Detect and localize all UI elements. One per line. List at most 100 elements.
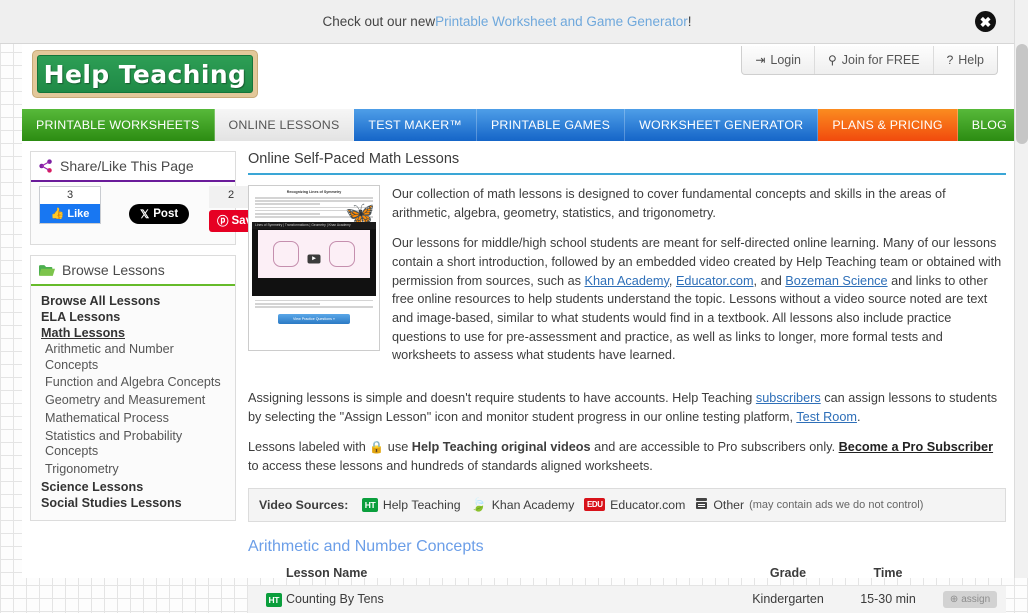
main-nav: PRINTABLE WORKSHEETS ONLINE LESSONS TEST…	[22, 109, 1021, 141]
sidebar-item-function[interactable]: Function and Algebra Concepts	[45, 375, 225, 391]
browse-panel-header: Browse Lessons	[31, 256, 235, 286]
cell-grade: Kindergarten	[752, 592, 824, 607]
link-khan-academy[interactable]: Khan Academy	[585, 274, 669, 288]
assign-button[interactable]: ⊕ assign	[942, 590, 998, 608]
nav-printable-games[interactable]: PRINTABLE GAMES	[476, 109, 626, 141]
login-button[interactable]: ⇥ Login	[742, 46, 814, 74]
video-source-khan-academy: 🍃 Khan Academy	[471, 497, 575, 513]
video-sources-label: Video Sources:	[259, 497, 349, 512]
youtube-icon	[695, 497, 708, 512]
pinterest-icon: ⓟ	[217, 216, 229, 228]
p4-part-c: and are accessible to Pro subscribers on…	[590, 440, 839, 455]
link-become-pro-subscriber[interactable]: Become a Pro Subscriber	[839, 440, 993, 454]
nav-blog[interactable]: BLOG	[957, 109, 1021, 141]
video-source-note: (may contain ads we do not control)	[749, 498, 924, 511]
video-sources-bar: Video Sources: HT Help Teaching 🍃 Khan A…	[248, 487, 1006, 522]
sidebar-item-trigonometry[interactable]: Trigonometry	[45, 462, 225, 478]
intro-text: Our collection of math lessons is design…	[392, 185, 1006, 377]
lesson-thumbnail[interactable]: Recognizing Lines of Symmetry 🦋 Lines of…	[248, 185, 380, 351]
link-educator-com[interactable]: Educator.com	[676, 274, 754, 288]
link-bozeman-science[interactable]: Bozeman Science	[785, 274, 887, 288]
khan-leaf-icon: 🍃	[470, 496, 487, 512]
assign-label: assign	[961, 593, 991, 605]
browse-list: Browse All Lessons ELA Lessons Math Less…	[31, 286, 235, 520]
paragraph-1: Our collection of math lessons is design…	[392, 187, 946, 220]
thumb-line	[255, 212, 320, 215]
p3-part-c: .	[856, 409, 861, 424]
video-source-other: Other (may contain ads we do not control…	[695, 497, 923, 512]
thumbs-up-icon: 👍	[50, 208, 65, 220]
nav-plans-pricing[interactable]: PLANS & PRICING	[818, 109, 958, 141]
facebook-like-count: 3	[66, 189, 74, 201]
x-logo-icon: 𝕏	[140, 209, 150, 221]
polygon-shape	[273, 240, 299, 267]
nav-printable-worksheets[interactable]: PRINTABLE WORKSHEETS	[22, 109, 215, 141]
body-row: Share/Like This Page 3 👍 Like 𝕏 Post 2 ⓟ…	[22, 141, 1014, 613]
page-container: Help Teaching ⇥ Login ⚲ Join for FREE ? …	[22, 44, 1021, 613]
sidebar-item-science[interactable]: Science Lessons	[41, 480, 225, 494]
cell-lesson-name[interactable]: HT Counting By Tens	[248, 592, 734, 608]
cell-time: 15-30 min	[860, 592, 916, 607]
site-header: Help Teaching ⇥ Login ⚲ Join for FREE ? …	[22, 44, 1014, 109]
video-source-help-teaching: HT Help Teaching	[362, 497, 461, 512]
person-icon: ⚲	[827, 53, 837, 67]
sidebar-item-browse-all[interactable]: Browse All Lessons	[41, 294, 225, 308]
video-source-label: Help Teaching	[382, 497, 461, 512]
sidebar-item-geometry[interactable]: Geometry and Measurement	[45, 393, 225, 409]
facebook-like-button[interactable]: 3 👍 Like	[39, 186, 101, 224]
lesson-name-text: Counting By Tens	[286, 592, 384, 607]
video-source-label: Khan Academy	[491, 497, 575, 512]
scrollbar[interactable]	[1014, 0, 1028, 578]
link-subscribers[interactable]: subscribers	[756, 391, 821, 405]
link-test-room[interactable]: Test Room	[796, 410, 857, 424]
browse-panel: Browse Lessons Browse All Lessons ELA Le…	[30, 255, 236, 521]
video-source-label: Educator.com	[610, 497, 686, 512]
thumb-line	[255, 302, 320, 305]
thumbnail-title: Recognizing Lines of Symmetry	[286, 190, 342, 194]
nav-online-lessons[interactable]: ONLINE LESSONS	[214, 109, 355, 141]
paragraph-2: Our lessons for middle/high school stude…	[392, 234, 1006, 365]
promo-text-before: Check out our new	[322, 14, 436, 29]
paragraph-3: Assigning lessons is simple and doesn't …	[248, 389, 1006, 426]
sidebar-item-statistics[interactable]: Statistics and Probability Concepts	[45, 429, 225, 460]
p2-part-c: , and	[753, 273, 786, 288]
nav-test-maker[interactable]: TEST MAKER™	[354, 109, 477, 141]
page-title: Online Self-Paced Math Lessons	[248, 151, 1006, 175]
section-title[interactable]: Arithmetic and Number Concepts	[248, 538, 1006, 556]
nav-worksheet-generator[interactable]: WORKSHEET GENERATOR	[625, 109, 819, 141]
x-post-button[interactable]: 𝕏 Post	[129, 204, 190, 224]
table-header-row: Lesson Name Grade Time	[248, 564, 1006, 586]
sidebar-item-ela[interactable]: ELA Lessons	[41, 310, 225, 324]
sidebar-item-social[interactable]: Social Studies Lessons	[41, 496, 225, 510]
close-icon[interactable]: ✖	[975, 11, 996, 32]
join-button[interactable]: ⚲ Join for FREE	[813, 46, 933, 74]
sidebar-item-math-process[interactable]: Mathematical Process	[45, 411, 225, 427]
join-label: Join for FREE	[841, 53, 920, 67]
logo-text: Help Teaching	[43, 59, 247, 89]
folder-icon	[39, 264, 55, 276]
view-practice-questions-button[interactable]: View Practice Questions »	[278, 313, 350, 324]
account-bar: ⇥ Login ⚲ Join for FREE ? Help	[741, 46, 998, 75]
intro-wrap: Recognizing Lines of Symmetry 🦋 Lines of…	[248, 185, 1006, 377]
x-post-label: Post	[153, 208, 179, 220]
help-button[interactable]: ? Help	[932, 46, 997, 74]
login-icon: ⇥	[755, 53, 766, 67]
facebook-like-label: 👍 Like	[40, 204, 100, 223]
promo-text-after: !	[687, 14, 692, 29]
sidebar-item-arithmetic[interactable]: Arithmetic and Number Concepts	[45, 342, 225, 373]
thumb-line	[255, 197, 373, 199]
pinterest-count: 2	[209, 186, 253, 208]
share-panel-header: Share/Like This Page	[31, 152, 235, 182]
thumb-line	[255, 306, 373, 308]
share-panel: Share/Like This Page 3 👍 Like 𝕏 Post 2 ⓟ…	[30, 151, 267, 245]
site-logo[interactable]: Help Teaching	[32, 50, 258, 98]
video-source-label: Other	[713, 497, 745, 512]
assign-icon: ⊕	[949, 593, 959, 605]
play-icon: ▶	[307, 254, 321, 264]
p4-part-b: use	[384, 440, 412, 455]
promo-link[interactable]: Printable Worksheet and Game Generator	[435, 14, 688, 29]
scrollbar-thumb[interactable]	[1016, 44, 1028, 144]
table-row[interactable]: HT Counting By Tens Kindergarten 15-30 m…	[248, 585, 1006, 613]
sidebar-item-math[interactable]: Math Lessons	[41, 326, 225, 340]
thumb-line	[255, 299, 373, 302]
